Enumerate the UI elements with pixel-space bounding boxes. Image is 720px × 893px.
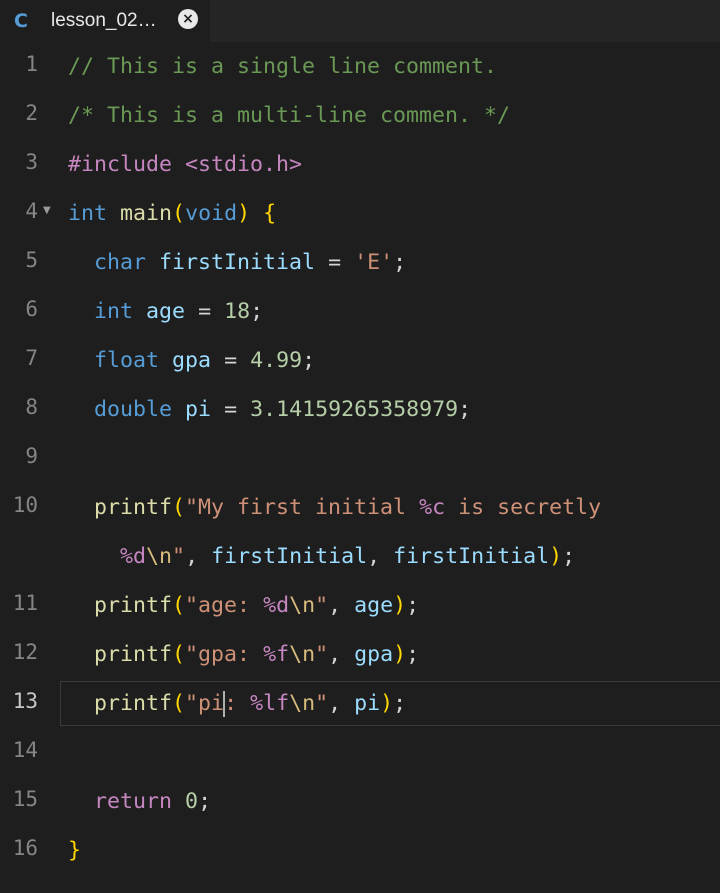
line-number: 12 xyxy=(12,640,38,664)
string-literal: "pi xyxy=(185,691,225,716)
number-literal: 0 xyxy=(185,789,199,814)
code-line: 5 char firstInitial = 'E'; xyxy=(0,238,720,287)
code-line: 2 /* This is a multi-line commen. */ xyxy=(0,91,720,140)
close-icon[interactable]: × xyxy=(178,9,198,29)
line-number: 14 xyxy=(12,738,38,762)
string-literal: "age: xyxy=(185,593,264,618)
escape-sequence: \n xyxy=(146,544,173,569)
type-keyword: char xyxy=(94,250,147,275)
function-name: printf xyxy=(94,691,173,716)
tab-bar: C lesson_02… × xyxy=(0,0,720,42)
code-line: 15 return 0; xyxy=(0,777,720,826)
line-number: 3 xyxy=(25,150,38,174)
line-number: 11 xyxy=(12,591,38,615)
number-literal: 3.14159265358979 xyxy=(250,397,459,422)
c-language-icon: C xyxy=(14,10,28,32)
line-number: 16 xyxy=(12,836,38,860)
type-keyword: float xyxy=(94,348,160,373)
number-literal: 18 xyxy=(224,299,251,324)
function-name: printf xyxy=(94,642,173,667)
code-line: 7 float gpa = 4.99; xyxy=(0,336,720,385)
fold-chevron-icon[interactable]: ▼ xyxy=(43,205,51,216)
line-number: 8 xyxy=(25,395,38,419)
code-line: 3 #include <stdio.h> xyxy=(0,140,720,189)
string-literal: is secretly xyxy=(445,495,602,520)
code-line: 10 printf("My first initial %c is secret… xyxy=(0,483,720,581)
string-literal: "gpa: xyxy=(185,642,264,667)
keyword: int xyxy=(68,201,108,226)
line-number: 9 xyxy=(25,444,38,468)
control-keyword: return xyxy=(94,789,173,814)
code-line: 11 printf("age: %d\n", age); xyxy=(0,581,720,630)
editor-tab[interactable]: C lesson_02… × xyxy=(0,0,210,42)
function-name: printf xyxy=(94,593,173,618)
format-specifier: %c xyxy=(419,495,446,520)
line-number: 7 xyxy=(25,346,38,370)
format-specifier: %d xyxy=(120,544,147,569)
format-specifier: %f xyxy=(263,642,290,667)
comment: // This is a single line comment. xyxy=(68,54,498,79)
line-number: 5 xyxy=(25,248,38,272)
variable: gpa xyxy=(172,348,212,373)
variable: firstInitial xyxy=(393,544,550,569)
line-number: 4 xyxy=(25,199,38,223)
keyword: void xyxy=(185,201,238,226)
code-line-current: 13 printf("pi: %lf\n", pi); xyxy=(0,679,720,728)
function-name: printf xyxy=(94,495,173,520)
comment: /* This is a multi-line commen. */ xyxy=(68,103,511,128)
variable: gpa xyxy=(354,642,394,667)
code-line: 16 } xyxy=(0,826,720,875)
code-editor[interactable]: 1 // This is a single line comment. 2 /*… xyxy=(0,42,720,875)
function-name: main xyxy=(120,201,173,226)
escape-sequence: \n xyxy=(289,691,316,716)
variable: pi xyxy=(185,397,212,422)
string-literal: " xyxy=(172,544,186,569)
code-line: 9 xyxy=(0,434,720,483)
string-literal: " xyxy=(315,593,329,618)
string-literal: "My first initial xyxy=(185,495,420,520)
preprocessor-directive: #include xyxy=(68,152,173,177)
string-literal: : xyxy=(224,691,251,716)
line-number: 6 xyxy=(25,297,38,321)
variable: pi xyxy=(354,691,381,716)
string-literal: " xyxy=(315,691,329,716)
line-number: 2 xyxy=(25,101,38,125)
number-literal: 4.99 xyxy=(250,348,303,373)
variable: age xyxy=(146,299,186,324)
code-line: 1 // This is a single line comment. xyxy=(0,42,720,91)
line-number: 15 xyxy=(12,787,38,811)
string-literal: " xyxy=(315,642,329,667)
code-line: 8 double pi = 3.14159265358979; xyxy=(0,385,720,434)
format-specifier: %d xyxy=(263,593,290,618)
type-keyword: int xyxy=(94,299,134,324)
variable: firstInitial xyxy=(211,544,368,569)
type-keyword: double xyxy=(94,397,173,422)
line-number: 10 xyxy=(12,493,38,517)
header-name: <stdio.h> xyxy=(185,152,303,177)
char-literal: 'E' xyxy=(354,250,394,275)
escape-sequence: \n xyxy=(289,593,316,618)
code-line: 6 int age = 18; xyxy=(0,287,720,336)
code-line: 14 xyxy=(0,728,720,777)
tab-title: lesson_02… xyxy=(51,10,157,31)
code-line: 12 printf("gpa: %f\n", gpa); xyxy=(0,630,720,679)
code-line: 4 ▼ int main(void) { xyxy=(0,189,720,238)
variable: age xyxy=(354,593,394,618)
format-specifier: %lf xyxy=(250,691,290,716)
variable: firstInitial xyxy=(159,250,316,275)
escape-sequence: \n xyxy=(289,642,316,667)
line-number: 13 xyxy=(12,689,38,713)
line-number: 1 xyxy=(25,52,38,76)
